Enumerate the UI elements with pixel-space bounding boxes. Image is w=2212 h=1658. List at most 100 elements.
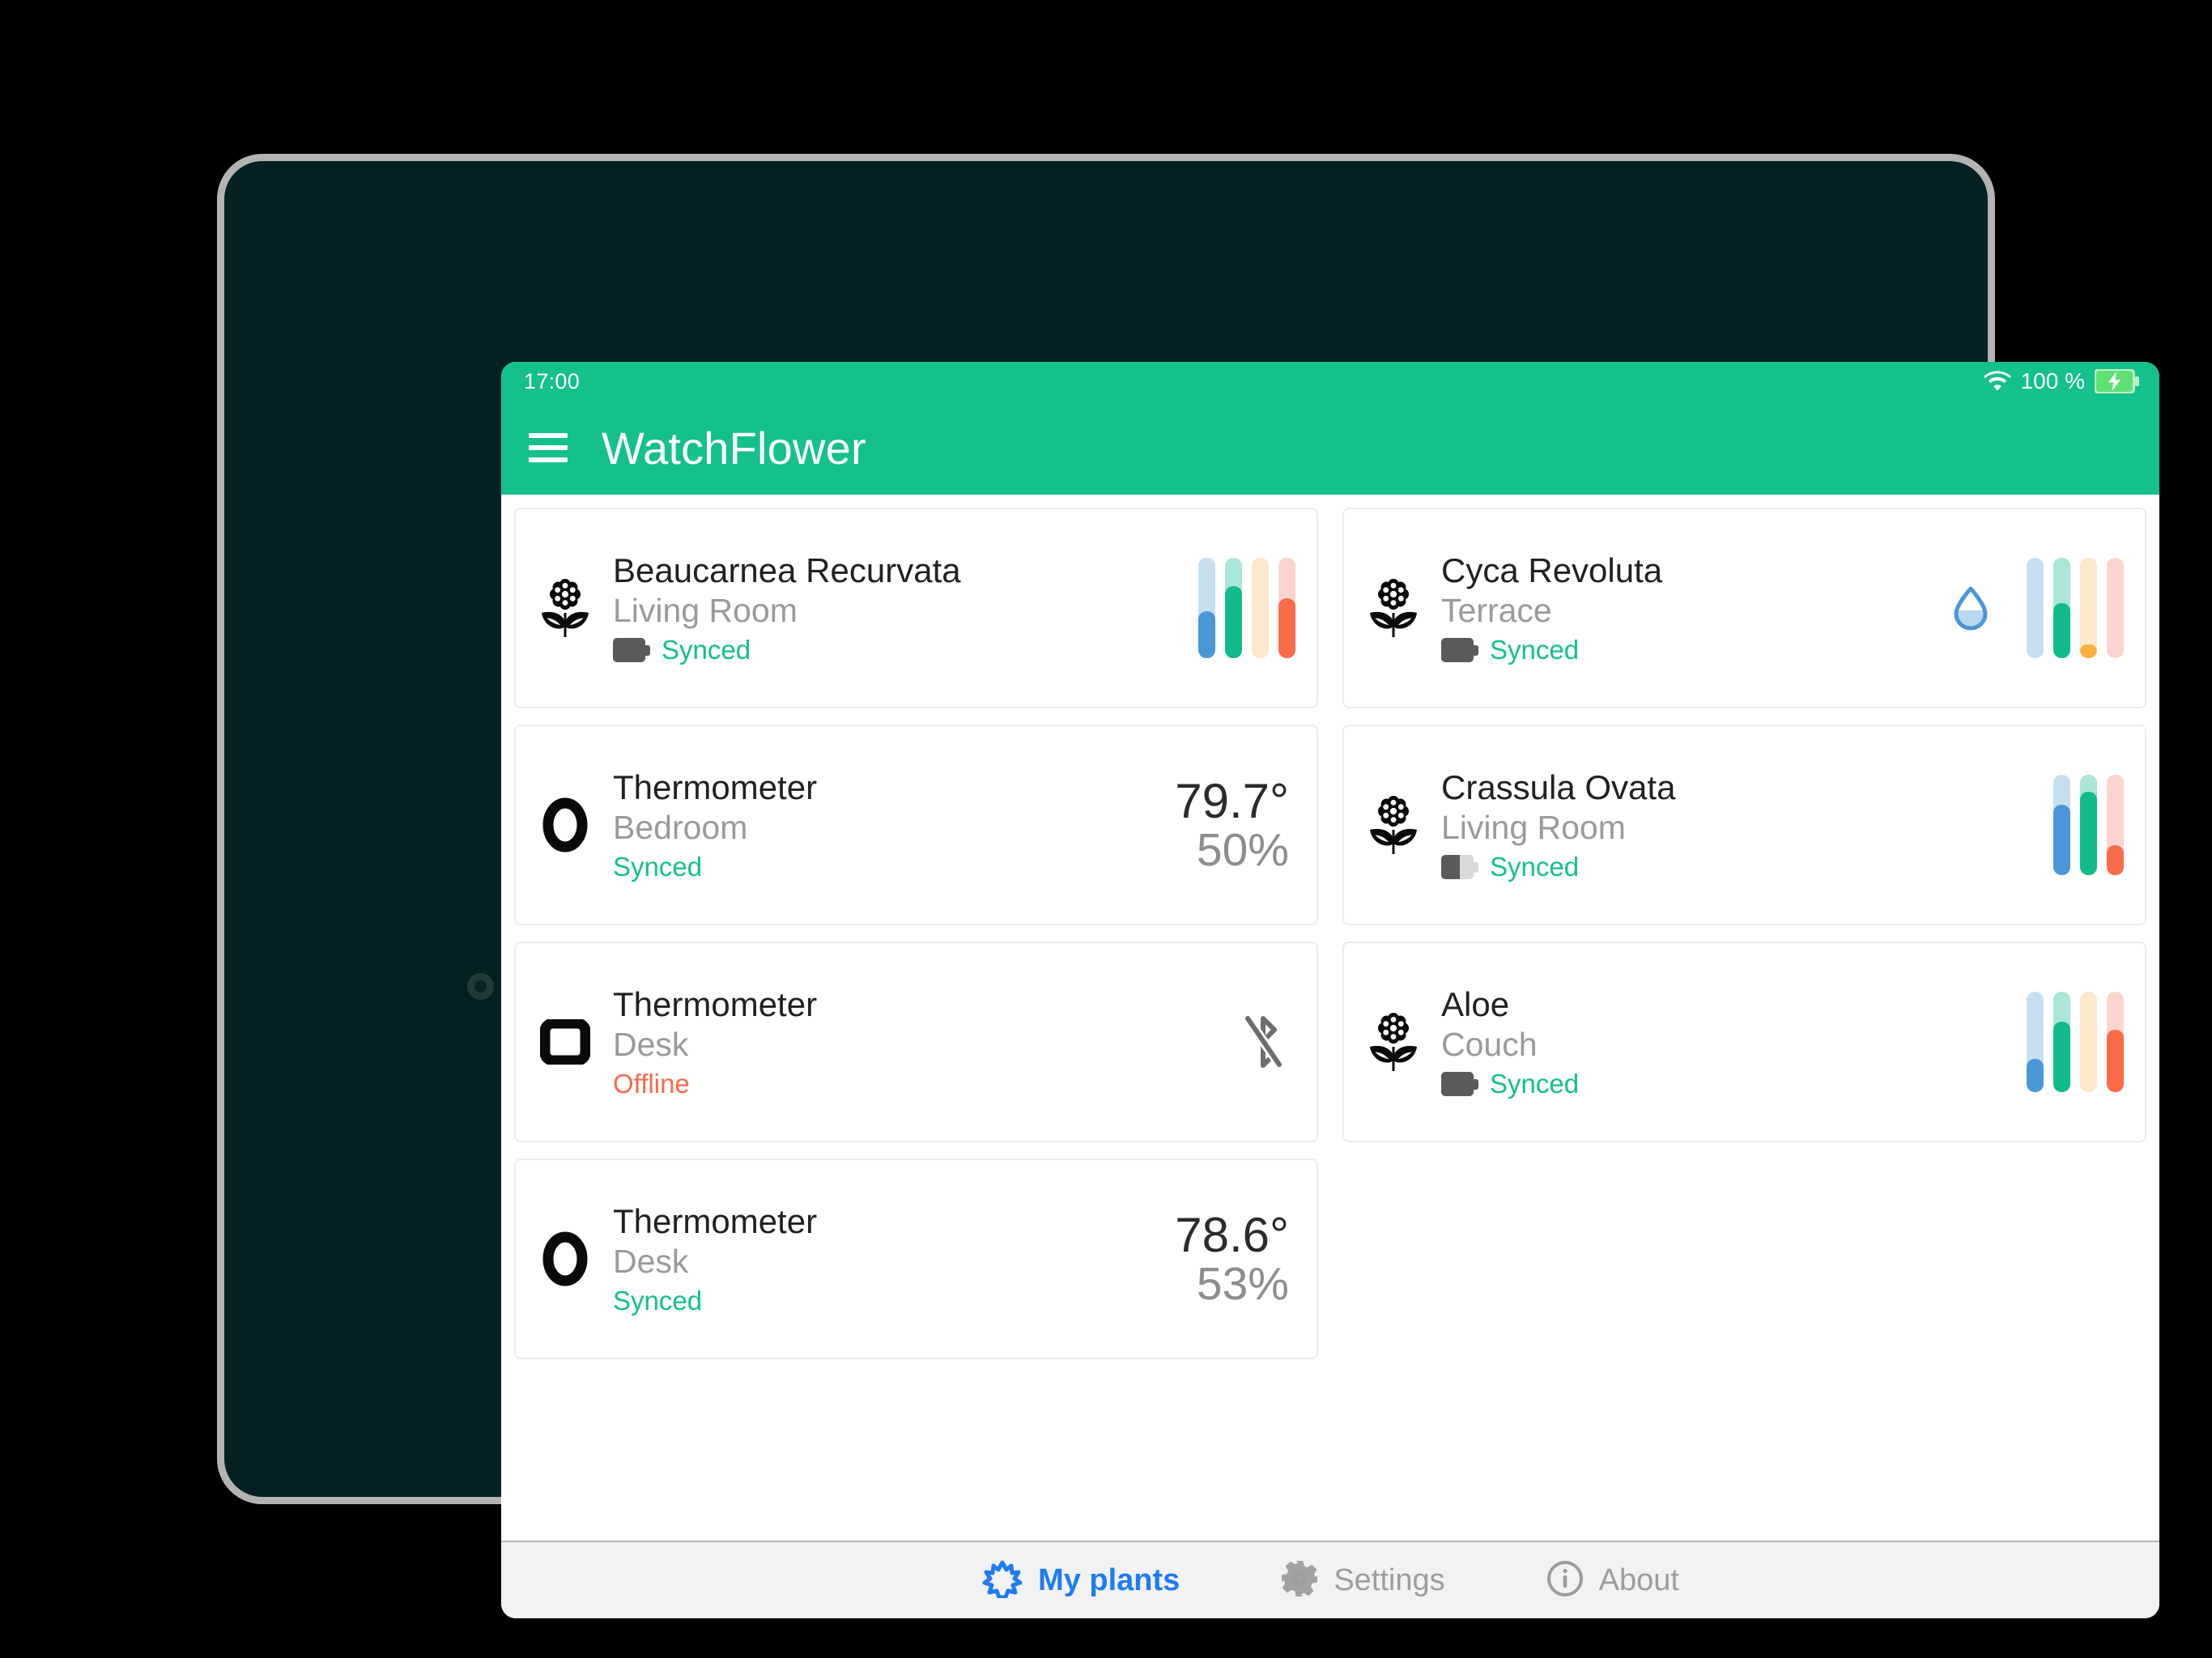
device-location: Couch [1441, 1026, 1538, 1064]
temperature-value: 78.6° [1175, 1208, 1289, 1263]
flower-icon [542, 579, 589, 637]
device-status-row: Synced [613, 1286, 1175, 1316]
bar-temperature [2107, 992, 2124, 1092]
thermometer-square-icon [535, 1005, 595, 1078]
status-indicators: 100 % [1983, 368, 2140, 394]
device-location: Desk [613, 1243, 689, 1281]
device-info: Crassula Ovata Living Room Synced [1441, 768, 2053, 882]
device-info: Beaucarnea Recurvata Living Room Synced [613, 551, 1198, 665]
water-drop-icon [1954, 586, 1988, 631]
battery-level-icon [1441, 1072, 1478, 1097]
status-clock: 17:00 [524, 368, 581, 393]
device-card[interactable]: Aloe Couch Synced [1342, 942, 2146, 1142]
status-badge: Synced [613, 851, 703, 882]
device-card[interactable]: Cyca Revoluta Terrace Synced [1342, 508, 2146, 708]
flower-icon [535, 572, 595, 644]
sensor-bars [2053, 775, 2124, 875]
bar-moisture [2027, 992, 2044, 1092]
nav-item-label: About [1598, 1562, 1679, 1597]
flower-icon [1370, 1013, 1417, 1071]
device-status-row: Synced [613, 634, 1198, 665]
device-status-row: Synced [613, 852, 1175, 882]
device-status-row: Synced [1441, 852, 2053, 882]
device-title: Beaucarnea Recurvata [613, 551, 961, 589]
device-title: Cyca Revoluta [1441, 551, 1663, 589]
device-location: Desk [613, 1026, 689, 1064]
device-card[interactable]: Thermometer Desk Offline [514, 942, 1318, 1142]
bar-soil-conductivity [2080, 775, 2097, 875]
app-bar: WatchFlower [501, 401, 2159, 495]
device-info: Thermometer Desk Offline [613, 985, 1240, 1099]
device-title: Thermometer [613, 767, 818, 806]
humidity-value: 53% [1196, 1257, 1289, 1310]
device-title: Aloe [1441, 984, 1510, 1023]
status-bar: 17:00 100 % [501, 362, 2159, 401]
thermometer-ring-icon [535, 789, 595, 861]
bar-temperature [2107, 558, 2124, 658]
device-status-row: Synced [1441, 634, 1952, 665]
nav-item-settings[interactable]: Settings [1274, 1559, 1451, 1602]
device-card[interactable]: Beaucarnea Recurvata Living Room Synced [514, 508, 1318, 708]
status-badge: Synced [1490, 1068, 1580, 1099]
device-info: Thermometer Desk Synced [613, 1202, 1175, 1316]
flower-icon [1370, 579, 1417, 637]
nav-item-about[interactable]: About [1539, 1559, 1686, 1602]
plant-icon [982, 1560, 1023, 1599]
bluetooth-off-icon [1240, 1012, 1286, 1072]
page-title: WatchFlower [602, 422, 866, 474]
hamburger-menu-icon[interactable] [527, 430, 569, 466]
flower-icon [1363, 572, 1423, 644]
device-card[interactable]: Thermometer Bedroom Synced 79.7° 50% [514, 725, 1318, 925]
sensor-bars [2027, 992, 2124, 1092]
water-drop-icon [1952, 585, 1989, 631]
device-card[interactable]: Crassula Ovata Living Room Synced [1342, 725, 2146, 925]
nav-item-my-plants[interactable]: My plants [975, 1559, 1186, 1602]
status-badge: Synced [1490, 634, 1580, 665]
gear-icon [1282, 1560, 1318, 1596]
bar-luminosity [1252, 558, 1269, 658]
battery-level-icon [1441, 638, 1478, 663]
gear-icon [1280, 1559, 1319, 1602]
thermometer-square-icon [540, 1019, 590, 1065]
bar-temperature [1278, 558, 1295, 658]
camera-lens-icon [467, 973, 494, 1000]
flower-icon [1363, 789, 1423, 861]
battery-percent-label: 100 % [2020, 368, 2085, 393]
battery-level-icon [1441, 855, 1478, 880]
bar-luminosity [2080, 992, 2097, 1092]
device-title: Thermometer [613, 984, 818, 1023]
sensor-readout: 79.7° 50% [1175, 774, 1289, 876]
device-status-row: Offline [613, 1069, 1240, 1099]
bar-moisture [2027, 558, 2044, 658]
bar-moisture [1198, 558, 1215, 658]
bar-temperature [2107, 775, 2124, 875]
thermometer-ring-icon [542, 797, 588, 852]
info-icon [1546, 1559, 1585, 1602]
thermometer-ring-icon [535, 1222, 595, 1295]
tablet-frame: 17:00 100 % WatchFlower Beaucarnea Recur… [217, 154, 2159, 1618]
info-icon [1546, 1560, 1583, 1596]
device-list: Beaucarnea Recurvata Living Room Synced [501, 495, 2159, 1541]
device-location: Bedroom [613, 809, 748, 847]
bar-soil-conductivity [2053, 558, 2070, 658]
bluetooth-off-icon [1241, 1012, 1286, 1071]
device-location: Living Room [613, 592, 798, 630]
device-card[interactable]: Thermometer Desk Synced 78.6° 53% [514, 1158, 1318, 1359]
status-badge: Synced [613, 1285, 703, 1316]
bar-soil-conductivity [1225, 558, 1242, 658]
nav-item-label: My plants [1038, 1562, 1180, 1597]
temperature-value: 79.7° [1175, 774, 1289, 829]
humidity-value: 50% [1196, 823, 1289, 876]
status-badge: Synced [661, 634, 751, 665]
thermometer-ring-icon [542, 1231, 588, 1286]
status-badge: Offline [613, 1068, 690, 1099]
device-info: Cyca Revoluta Terrace Synced [1441, 551, 1952, 665]
device-status-row: Synced [1441, 1069, 2027, 1099]
battery-charging-icon [2095, 369, 2140, 393]
device-title: Crassula Ovata [1441, 767, 1676, 806]
bottom-navigation: My plants Settings About [501, 1541, 2159, 1618]
wifi-icon [1983, 371, 2011, 392]
sensor-bars [2027, 558, 2124, 658]
bar-moisture [2053, 775, 2070, 875]
battery-level-icon [613, 638, 650, 663]
